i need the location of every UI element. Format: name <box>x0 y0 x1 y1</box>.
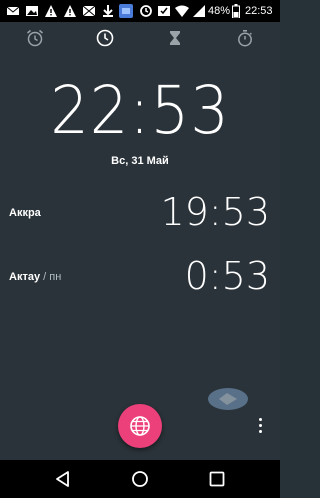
stopwatch-icon <box>238 30 252 47</box>
home-button[interactable] <box>130 469 150 489</box>
inbox-check-icon <box>158 6 170 16</box>
globe-icon <box>130 416 150 436</box>
clock-icon <box>96 29 114 47</box>
add-city-button[interactable] <box>118 404 162 448</box>
alarm-icon <box>27 29 43 47</box>
list-item[interactable]: Аккра 19:53 <box>0 190 280 240</box>
back-icon <box>56 471 69 487</box>
hourglass-icon <box>170 31 180 45</box>
current-date: Вс, 31 Май <box>111 155 169 167</box>
city-name-label: Актау / пн <box>9 271 62 283</box>
home-icon <box>132 471 148 487</box>
mail-icon <box>6 6 20 15</box>
warning-icon <box>64 5 76 17</box>
warning-icon <box>45 5 57 17</box>
recents-button[interactable] <box>207 469 227 489</box>
navigation-bar <box>0 460 280 498</box>
watermark-logo <box>208 388 248 410</box>
signal-icon <box>193 5 205 17</box>
battery-percent: 48% <box>208 5 231 17</box>
more-vert-icon[interactable] <box>257 416 265 436</box>
image-icon <box>26 6 38 16</box>
status-time: 22:53 <box>245 5 273 17</box>
current-time: 22:53 <box>50 72 230 149</box>
tab-stopwatch[interactable] <box>235 28 255 48</box>
tab-clock[interactable] <box>95 28 115 48</box>
download-icon <box>103 5 113 17</box>
back-button[interactable] <box>53 469 73 489</box>
mail-envelope-icon <box>82 5 96 17</box>
wifi-icon <box>175 5 189 17</box>
app-icon <box>119 4 133 18</box>
status-bar: 48% 22:53 <box>0 0 280 22</box>
list-item[interactable]: Актау / пн 0:53 <box>0 254 280 304</box>
clock-app: 22:53 Вс, 31 Май Аккра 19:53 Актау / пн … <box>0 22 280 460</box>
recents-icon <box>209 471 225 487</box>
city-time: 0:53 <box>184 254 270 298</box>
tab-alarm[interactable] <box>25 28 45 48</box>
battery-icon <box>232 4 240 18</box>
sync-icon <box>140 5 152 17</box>
city-time: 19:53 <box>160 190 270 234</box>
tab-timer[interactable] <box>165 28 185 48</box>
city-name-label: Аккра <box>9 207 41 219</box>
